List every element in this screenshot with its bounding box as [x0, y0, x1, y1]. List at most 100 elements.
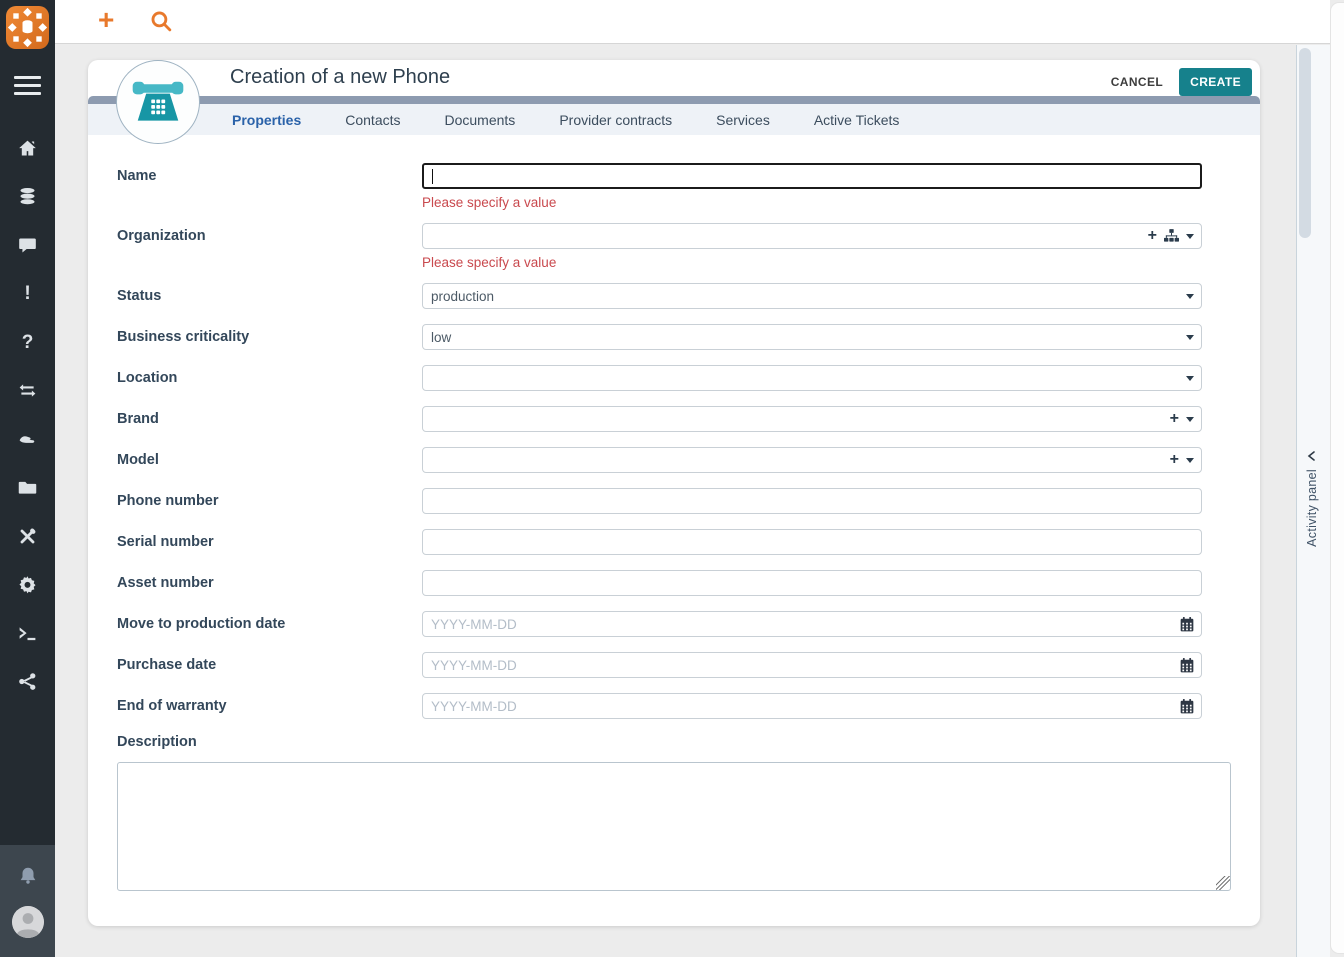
terminal-icon: [19, 627, 36, 640]
field-label-organization: Organization: [117, 228, 206, 244]
header-actions: CANCEL CREATE: [1111, 68, 1252, 96]
database-icon: [20, 188, 35, 205]
asset-number-input[interactable]: [422, 570, 1202, 596]
sidebar-item-folder[interactable]: [0, 464, 55, 513]
field-label-purchase-date: Purchase date: [117, 657, 217, 673]
field-row-location: Location: [88, 365, 1260, 391]
chevron-left-icon: [1307, 451, 1315, 461]
folder-icon: [18, 482, 37, 494]
calendar-icon[interactable]: [1180, 657, 1194, 673]
caret-down-icon[interactable]: [1186, 375, 1194, 381]
activity-panel-strip: Activity panel: [1296, 45, 1330, 957]
gear-icon: [19, 576, 36, 594]
field-label-status: Status: [117, 288, 162, 304]
sidebar-item-exchange[interactable]: [0, 367, 55, 416]
sidebar-item-question[interactable]: ?: [0, 318, 55, 367]
field-row-asset-number: Asset number: [88, 570, 1260, 596]
description-textarea[interactable]: [117, 762, 1231, 891]
sidebar-item-terminal[interactable]: [0, 609, 55, 658]
serial-number-input[interactable]: [422, 529, 1202, 555]
caret-down-icon[interactable]: [1186, 457, 1194, 463]
sidebar-nav: !?: [0, 124, 55, 706]
question-icon: ?: [21, 331, 34, 353]
organization-picker[interactable]: +: [422, 223, 1202, 249]
caret-down-icon[interactable]: [1186, 233, 1194, 239]
text-cursor: [432, 168, 433, 184]
plus-icon[interactable]: +: [1170, 411, 1179, 427]
exchange-icon: [19, 384, 36, 397]
field-row-description: Description: [88, 734, 1260, 920]
hamburger-icon[interactable]: [14, 76, 41, 100]
move-to-production-date-input[interactable]: YYYY-MM-DD: [422, 611, 1202, 637]
field-label-brand: Brand: [117, 411, 159, 427]
caret-down-icon[interactable]: [1186, 334, 1194, 340]
activity-panel-toggle[interactable]: Activity panel: [1305, 451, 1319, 547]
location-select[interactable]: [422, 365, 1202, 391]
properties-form: Name Please specify a value Organization + P…: [88, 60, 1260, 920]
plus-icon[interactable]: +: [98, 4, 114, 36]
search-icon[interactable]: [149, 9, 174, 39]
tab-contacts[interactable]: Contacts: [345, 112, 400, 128]
field-row-end-of-warranty: End of warranty YYYY-MM-DD: [88, 693, 1260, 719]
sidebar-item-comment[interactable]: [0, 221, 55, 270]
handshake-icon: [19, 436, 35, 443]
sidebar-item-tools[interactable]: [0, 512, 55, 561]
scrollbar-thumb[interactable]: [1299, 48, 1311, 238]
phone-icon: [132, 81, 184, 121]
name-input[interactable]: [422, 163, 1202, 189]
sidebar-item-exclamation[interactable]: !: [0, 270, 55, 319]
object-class-avatar: [116, 60, 200, 144]
caret-down-icon[interactable]: [1186, 293, 1194, 299]
field-label-name: Name: [117, 168, 157, 184]
hierarchy-icon[interactable]: [1164, 229, 1179, 243]
status-select[interactable]: production: [422, 283, 1202, 309]
share-icon: [19, 673, 36, 691]
create-button[interactable]: CREATE: [1179, 68, 1252, 96]
comment-icon: [19, 238, 36, 253]
tab-active-tickets[interactable]: Active Tickets: [814, 112, 900, 128]
sidebar-item-handshake[interactable]: [0, 415, 55, 464]
brand-picker[interactable]: +: [422, 406, 1202, 432]
calendar-icon[interactable]: [1180, 698, 1194, 714]
purchase-date-input[interactable]: YYYY-MM-DD: [422, 652, 1202, 678]
field-label-location: Location: [117, 370, 178, 386]
sidebar-item-share[interactable]: [0, 658, 55, 707]
field-row-name: Name Please specify a value: [88, 163, 1260, 210]
end-of-warranty-input[interactable]: YYYY-MM-DD: [422, 693, 1202, 719]
tools-icon: [20, 528, 36, 544]
tab-documents[interactable]: Documents: [445, 112, 516, 128]
sidebar: !?: [0, 0, 55, 957]
field-row-status: Status production: [88, 283, 1260, 309]
field-row-serial-number: Serial number: [88, 529, 1260, 555]
sidebar-item-database[interactable]: [0, 173, 55, 222]
caret-down-icon[interactable]: [1186, 416, 1194, 422]
user-avatar-icon[interactable]: [11, 905, 44, 938]
topbar: +: [55, 0, 1330, 44]
cancel-button[interactable]: CANCEL: [1111, 75, 1163, 89]
plus-icon[interactable]: +: [1148, 228, 1157, 244]
sidebar-bottom: [0, 845, 55, 957]
field-row-move-to-production-date: Move to production date YYYY-MM-DD: [88, 611, 1260, 637]
tab-services[interactable]: Services: [716, 112, 770, 128]
tab-provider-contracts[interactable]: Provider contracts: [559, 112, 672, 128]
activity-panel-edge[interactable]: [1330, 2, 1344, 954]
itop-logo-icon[interactable]: [5, 5, 50, 50]
field-label-phone-number: Phone number: [117, 493, 219, 509]
phone-number-input[interactable]: [422, 488, 1202, 514]
calendar-icon[interactable]: [1180, 616, 1194, 632]
business-criticality-select[interactable]: low: [422, 324, 1202, 350]
exclamation-icon: !: [24, 283, 31, 305]
sidebar-item-home[interactable]: [0, 124, 55, 173]
tab-properties[interactable]: Properties: [232, 112, 301, 128]
model-picker[interactable]: +: [422, 447, 1202, 473]
header-divider-bar: [88, 96, 1260, 104]
sidebar-item-gear[interactable]: [0, 561, 55, 610]
main-content: Creation of a new Phone CANCEL CREATE Pr…: [55, 45, 1300, 957]
plus-icon[interactable]: +: [1170, 452, 1179, 468]
field-label-description: Description: [117, 734, 197, 750]
object-creation-card: Creation of a new Phone CANCEL CREATE Pr…: [88, 60, 1260, 926]
bell-icon[interactable]: [17, 865, 39, 892]
activity-panel-label: Activity panel: [1305, 469, 1319, 547]
validation-error: Please specify a value: [422, 195, 557, 210]
field-label-serial-number: Serial number: [117, 534, 214, 550]
